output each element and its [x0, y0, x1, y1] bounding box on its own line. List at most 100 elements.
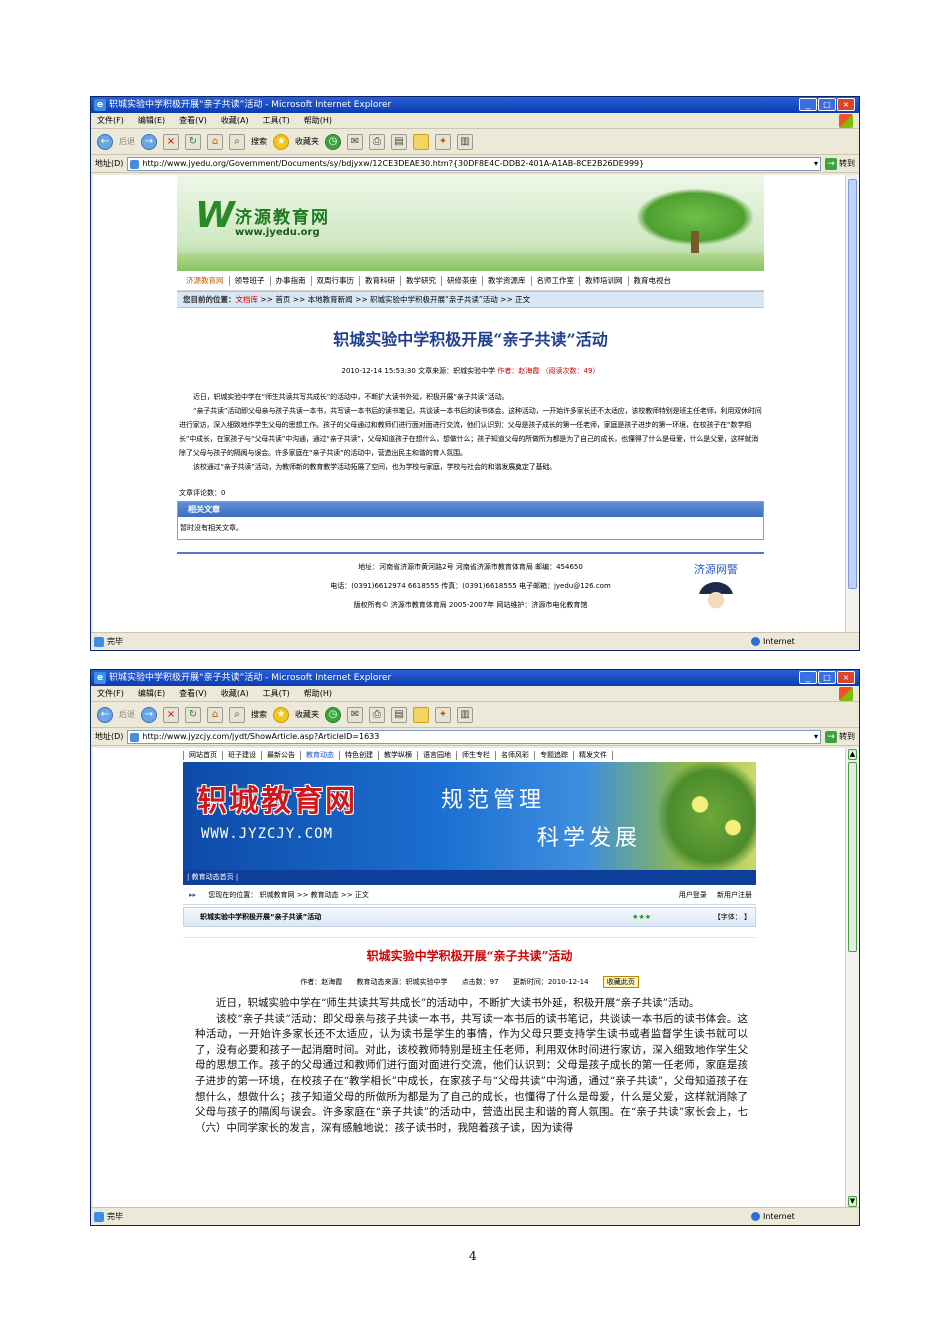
minimize-button[interactable]: _	[799, 98, 817, 111]
nav-item[interactable]: 班子建设	[223, 750, 262, 760]
go-button[interactable]: → 转到	[825, 730, 855, 743]
favorites-button-label[interactable]: 收藏夹	[295, 709, 319, 720]
sub-nav: | 教育动态首页 |	[183, 870, 756, 885]
go-button[interactable]: → 转到	[825, 157, 855, 170]
breadcrumb-root-link[interactable]: 文档库	[236, 295, 259, 304]
menu-tools[interactable]: 工具(T)	[263, 115, 290, 126]
scrollbar-down-arrow[interactable]: ▼	[848, 1196, 857, 1207]
menu-view[interactable]: 查看(V)	[179, 115, 207, 126]
folder-icon[interactable]	[413, 133, 429, 150]
nav-item[interactable]: 语言园地	[418, 750, 457, 760]
menu-edit[interactable]: 编辑(E)	[138, 688, 165, 699]
research-icon[interactable]: ▥	[457, 133, 473, 150]
home-icon[interactable]: ⌂	[207, 133, 223, 150]
location-path[interactable]: 您现在的位置： 轵城教育网 >> 教育动态 >> 正文	[208, 891, 369, 899]
breadcrumb-label: 您目前的位置：	[183, 295, 236, 304]
search-button-label[interactable]: 搜索	[251, 136, 267, 147]
font-size-control[interactable]: 【字体： 】	[714, 908, 751, 926]
back-button-label[interactable]: 后退	[119, 136, 135, 147]
nav-item[interactable]: 师生专栏	[457, 750, 496, 760]
nav-item[interactable]: 教育电视台	[629, 276, 677, 286]
register-link[interactable]: 新用户注册	[717, 891, 752, 899]
breadcrumb-path[interactable]: >> 首页 >> 本地教育新闻 >> 轵城实验中学积极开展“亲子共读”活动 >>…	[260, 295, 530, 304]
refresh-icon[interactable]: ↻	[185, 706, 201, 723]
mail-icon[interactable]: ✉	[347, 706, 363, 723]
address-input[interactable]: http://www.jyzcjy.com/jydt/ShowArticle.a…	[127, 729, 821, 744]
nav-item[interactable]: 领导班子	[230, 275, 271, 286]
menu-favorites[interactable]: 收藏(A)	[221, 115, 249, 126]
nav-item[interactable]: 教师培训网	[580, 275, 629, 286]
menu-view[interactable]: 查看(V)	[179, 688, 207, 699]
nav-item[interactable]: 教学资源库	[483, 275, 532, 286]
messenger-icon[interactable]: ✦	[435, 706, 451, 723]
police-badge[interactable]: 济源网警	[694, 560, 738, 610]
back-arrow-icon[interactable]: ←	[97, 133, 113, 150]
nav-item[interactable]: 研修茶座	[442, 275, 483, 286]
security-zone: Internet	[751, 633, 795, 650]
nav-item[interactable]: 名师工作室	[532, 275, 580, 286]
menu-help[interactable]: 帮助(H)	[304, 115, 332, 126]
menu-help[interactable]: 帮助(H)	[304, 688, 332, 699]
maximize-button[interactable]: □	[818, 98, 836, 111]
history-icon[interactable]: ◷	[325, 133, 341, 150]
refresh-icon[interactable]: ↻	[185, 133, 201, 150]
nav-item[interactable]: 网站首页	[183, 750, 223, 760]
nav-item[interactable]: 名师风彩	[496, 750, 535, 760]
nav-item[interactable]: 最新公告	[262, 750, 301, 760]
nav-item[interactable]: 双周行事历	[312, 275, 360, 286]
scrollbar-thumb[interactable]	[848, 179, 857, 589]
scrollbar-thumb[interactable]	[848, 762, 857, 952]
print-icon[interactable]: ⎙	[369, 133, 385, 150]
nav-item[interactable]: 济源教育网	[181, 275, 230, 286]
stop-icon[interactable]: ×	[163, 706, 179, 723]
menu-file[interactable]: 文件(F)	[97, 115, 124, 126]
stop-icon[interactable]: ×	[163, 133, 179, 150]
nav-item[interactable]: 精发文件	[574, 750, 613, 760]
favorites-button-label[interactable]: 收藏夹	[295, 136, 319, 147]
bookmark-button[interactable]: 收藏此页	[602, 976, 639, 988]
back-arrow-icon[interactable]: ←	[97, 706, 113, 723]
forward-arrow-icon[interactable]: →	[141, 706, 157, 723]
favorites-star-icon[interactable]: ★	[273, 133, 289, 150]
nav-item[interactable]: 教学研究	[401, 275, 442, 286]
dropdown-arrow-icon[interactable]: ▾	[814, 158, 818, 170]
research-icon[interactable]: ▥	[457, 706, 473, 723]
search-icon[interactable]: ⌕	[229, 706, 245, 723]
history-icon[interactable]: ◷	[325, 706, 341, 723]
vertical-scrollbar[interactable]	[845, 175, 859, 633]
menu-tools[interactable]: 工具(T)	[263, 688, 290, 699]
messenger-icon[interactable]: ✦	[435, 133, 451, 150]
menu-edit[interactable]: 编辑(E)	[138, 115, 165, 126]
vertical-scrollbar[interactable]: ▲ ▼	[845, 748, 859, 1208]
home-icon[interactable]: ⌂	[207, 706, 223, 723]
article-body: 近日，轵城实验中学在“师生共读共写共成长”的活动中，不断扩大读书外延，积极开展“…	[177, 376, 764, 474]
back-button-label[interactable]: 后退	[119, 709, 135, 720]
menu-file[interactable]: 文件(F)	[97, 688, 124, 699]
close-button[interactable]: ×	[837, 98, 855, 111]
nav-item[interactable]: 教学纵横	[379, 750, 418, 760]
edit-icon[interactable]: ▤	[391, 706, 407, 723]
close-button[interactable]: ×	[837, 671, 855, 684]
login-link[interactable]: 用户登录	[679, 891, 707, 899]
edit-icon[interactable]: ▤	[391, 133, 407, 150]
address-input[interactable]: http://www.jyedu.org/Government/Document…	[127, 156, 821, 171]
nav-item[interactable]: 教育科研	[360, 275, 401, 286]
sub-nav-home-link[interactable]: 教育动态首页	[192, 873, 234, 881]
maximize-button[interactable]: □	[818, 671, 836, 684]
scrollbar-up-arrow[interactable]: ▲	[848, 749, 857, 760]
print-icon[interactable]: ⎙	[369, 706, 385, 723]
minimize-button[interactable]: _	[799, 671, 817, 684]
menu-favorites[interactable]: 收藏(A)	[221, 688, 249, 699]
dropdown-arrow-icon[interactable]: ▾	[814, 731, 818, 743]
nav-item[interactable]: 专题追踪	[535, 750, 574, 760]
nav-item[interactable]: 特色创建	[340, 750, 379, 760]
search-button-label[interactable]: 搜索	[251, 709, 267, 720]
mail-icon[interactable]: ✉	[347, 133, 363, 150]
nav-item[interactable]: 办事指南	[271, 275, 312, 286]
folder-icon[interactable]	[413, 706, 429, 723]
nav-item[interactable]: 教育动态	[301, 750, 340, 760]
search-icon[interactable]: ⌕	[229, 133, 245, 150]
forward-arrow-icon[interactable]: →	[141, 133, 157, 150]
security-zone: Internet	[751, 1208, 795, 1225]
favorites-star-icon[interactable]: ★	[273, 706, 289, 723]
